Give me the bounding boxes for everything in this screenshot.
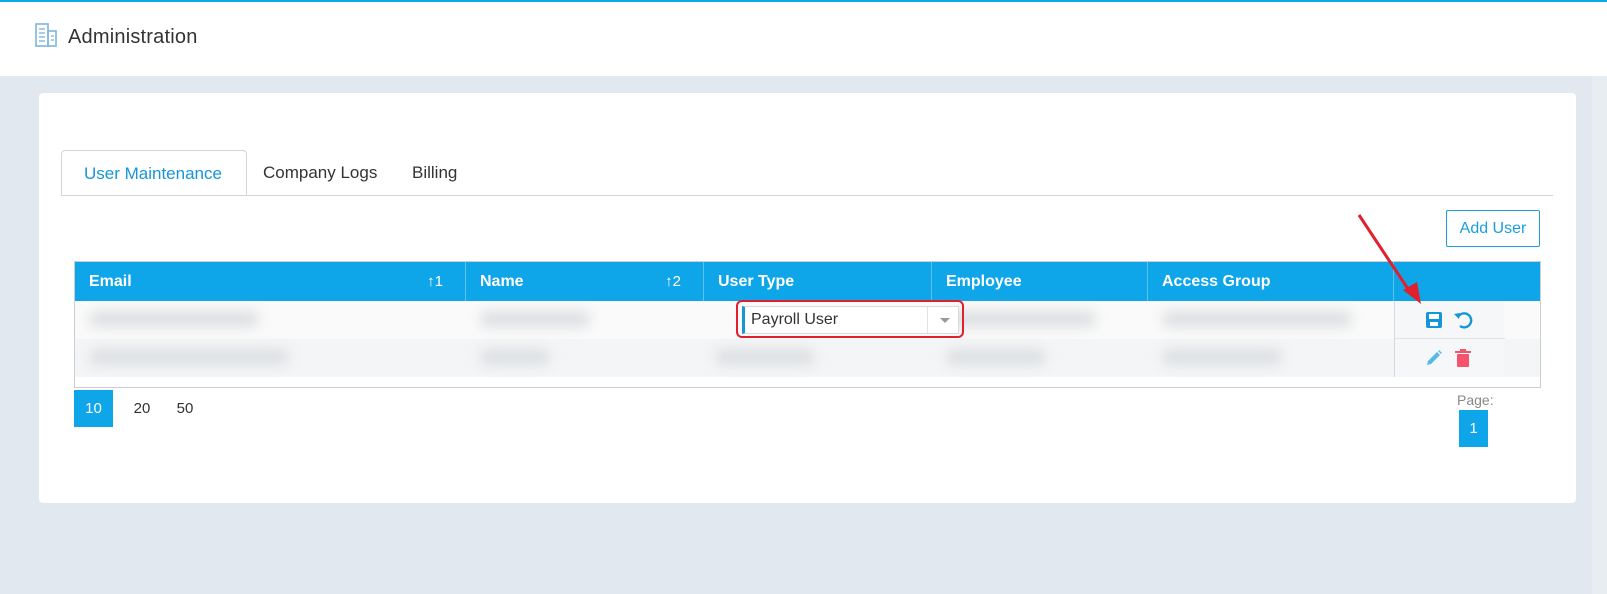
users-table: Email ↑1 Name ↑2 User Type Employee Acce… xyxy=(74,261,1541,388)
column-label: Employee xyxy=(946,273,1022,290)
column-label: User Type xyxy=(718,273,795,290)
row-actions xyxy=(1394,301,1505,377)
column-header-name[interactable]: Name ↑2 xyxy=(466,262,704,301)
tab-user-maintenance[interactable]: User Maintenance xyxy=(61,150,247,196)
redacted-access-group xyxy=(1162,311,1352,327)
redacted-name xyxy=(480,311,590,327)
column-label: Access Group xyxy=(1162,273,1271,290)
tab-company-logs[interactable]: Company Logs xyxy=(263,150,377,196)
undo-icon[interactable] xyxy=(1452,309,1474,331)
redacted-employee xyxy=(946,349,1046,365)
page-button-1[interactable]: 1 xyxy=(1459,410,1488,447)
column-header-email[interactable]: Email ↑1 xyxy=(75,262,466,301)
building-icon xyxy=(35,23,57,47)
column-header-employee[interactable]: Employee xyxy=(932,262,1148,301)
page-label: Page: xyxy=(1457,392,1494,408)
user-type-value: Payroll User xyxy=(751,311,839,328)
redacted-email xyxy=(89,311,259,327)
page-scrollbar[interactable] xyxy=(1592,76,1607,594)
annotation-arrow xyxy=(1357,214,1421,304)
table-row[interactable] xyxy=(75,339,1540,377)
page-title: Administration xyxy=(68,26,198,48)
save-icon[interactable] xyxy=(1423,309,1445,331)
page-size-20[interactable]: 20 xyxy=(127,390,157,427)
redacted-employee xyxy=(946,311,1096,327)
add-user-button[interactable]: Add User xyxy=(1446,210,1540,247)
page-size-10[interactable]: 10 xyxy=(74,390,113,427)
redacted-access-group xyxy=(1162,349,1282,365)
column-label: Email xyxy=(89,273,132,290)
redacted-email xyxy=(89,349,289,365)
actions-divider xyxy=(1395,338,1505,339)
page-size-50[interactable]: 50 xyxy=(170,390,200,427)
user-type-select[interactable]: Payroll User xyxy=(742,306,959,334)
tabs-divider xyxy=(61,195,1553,196)
column-label: Name xyxy=(480,273,524,290)
redacted-user-type xyxy=(715,349,815,365)
admin-card: User Maintenance Company Logs Billing Ad… xyxy=(39,93,1576,503)
table-header: Email ↑1 Name ↑2 User Type Employee Acce… xyxy=(75,262,1540,301)
top-bar: Administration xyxy=(0,0,1607,76)
redacted-name xyxy=(480,349,550,365)
select-divider xyxy=(927,307,928,333)
tab-billing[interactable]: Billing xyxy=(412,150,457,196)
sort-indicator[interactable]: ↑2 xyxy=(665,262,681,301)
delete-icon[interactable] xyxy=(1452,347,1474,369)
edit-icon[interactable] xyxy=(1423,347,1445,369)
chevron-down-icon[interactable] xyxy=(940,318,950,323)
sort-indicator[interactable]: ↑1 xyxy=(427,262,443,301)
column-header-user-type[interactable]: User Type xyxy=(704,262,932,301)
